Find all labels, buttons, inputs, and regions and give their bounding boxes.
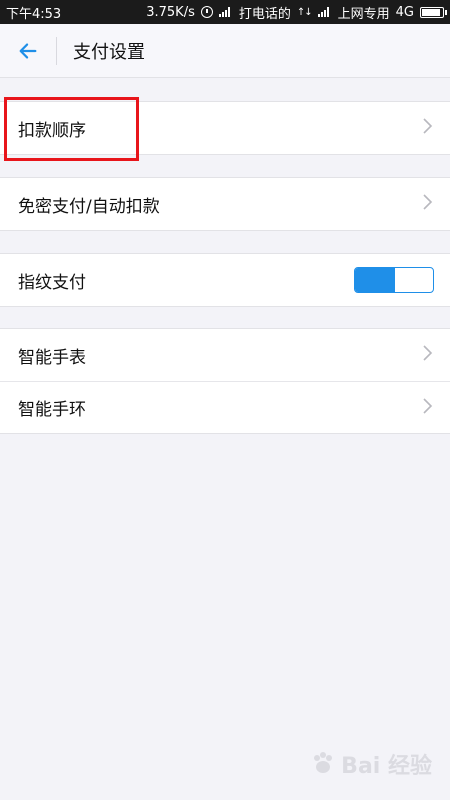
status-left: 下午4:53 xyxy=(6,3,61,22)
data-transfer-icon: ↑↓ xyxy=(296,6,313,18)
settings-group-passwordless: 免密支付/自动扣款 xyxy=(0,177,450,231)
passwordless-pay-item[interactable]: 免密支付/自动扣款 xyxy=(0,178,450,230)
settings-group-fingerprint: 指纹支付 xyxy=(0,253,450,307)
battery-icon xyxy=(420,6,447,18)
signal-icon xyxy=(218,7,233,17)
fingerprint-toggle[interactable] xyxy=(354,267,434,293)
smart-watch-item[interactable]: 智能手表 xyxy=(0,329,450,381)
paw-icon xyxy=(314,752,333,773)
status-time: 下午4:53 xyxy=(6,6,62,22)
deduction-order-item[interactable]: 扣款顺序 xyxy=(0,102,450,154)
carrier-name: 上网专用 xyxy=(337,6,390,22)
back-button[interactable] xyxy=(0,24,56,78)
chevron-right-icon xyxy=(422,117,434,139)
smart-watch-label: 智能手表 xyxy=(18,347,86,368)
fingerprint-pay-label: 指纹支付 xyxy=(18,272,86,293)
status-bar: 下午4:53 3.75K/s 打电话的 ↑↓ 上网专用 4G xyxy=(0,0,450,24)
call-status: 打电话的 xyxy=(238,6,291,22)
header-divider xyxy=(56,36,57,65)
header-bar: 支付设置 xyxy=(0,24,450,78)
network-type: 4G xyxy=(395,4,414,20)
fingerprint-pay-item: 指纹支付 xyxy=(0,254,450,306)
network-speed: 3.75K/s xyxy=(146,4,195,20)
baidu-watermark: Bai 经验 xyxy=(309,748,432,780)
chevron-right-icon xyxy=(422,344,434,366)
arrow-left-icon xyxy=(19,42,37,59)
passwordless-pay-label: 免密支付/自动扣款 xyxy=(18,196,160,217)
smart-band-item[interactable]: 智能手环 xyxy=(0,381,450,433)
chevron-right-icon xyxy=(422,193,434,215)
deduction-order-label: 扣款顺序 xyxy=(18,120,86,141)
page-title: 支付设置 xyxy=(73,41,145,63)
toggle-on-indicator xyxy=(355,268,395,292)
chevron-right-icon xyxy=(422,397,434,419)
smart-band-label: 智能手环 xyxy=(18,400,86,420)
signal-icon-2 xyxy=(317,7,332,17)
alarm-icon xyxy=(200,6,213,18)
settings-group-deduction: 扣款顺序 xyxy=(0,101,450,155)
settings-group-wearables: 智能手表 智能手环 xyxy=(0,328,450,434)
status-right: 3.75K/s 打电话的 ↑↓ 上网专用 4G xyxy=(146,3,447,22)
watermark-text: Bai 经验 xyxy=(341,754,432,779)
